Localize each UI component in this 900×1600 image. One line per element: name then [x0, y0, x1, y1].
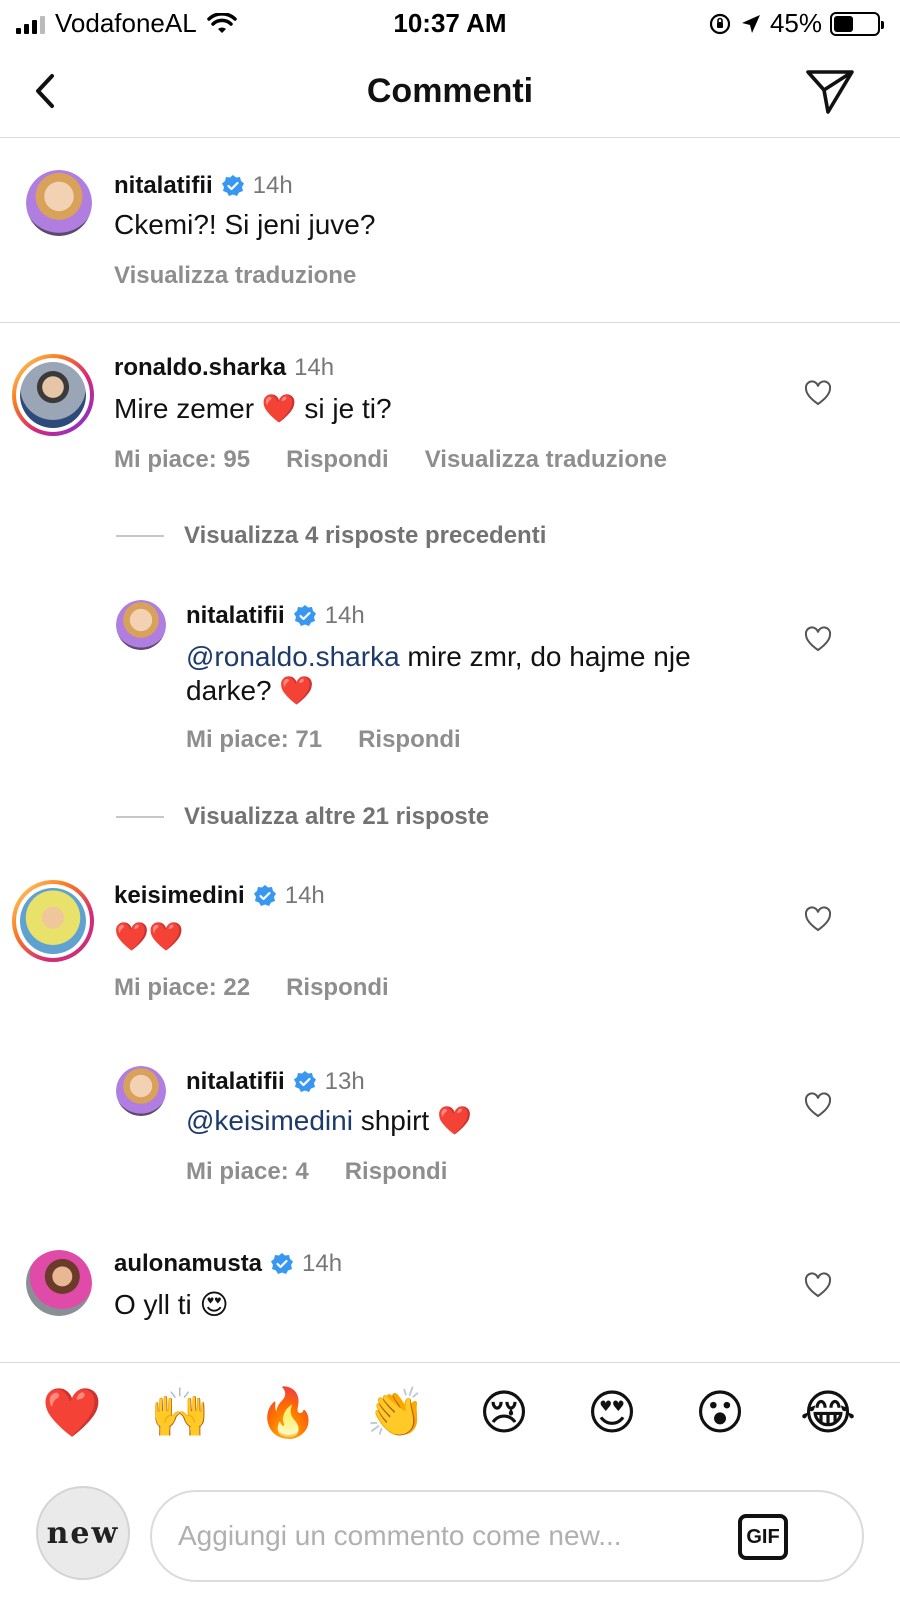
like-count[interactable]: Mi piace: 71	[186, 726, 322, 754]
page-title: Commenti	[366, 72, 534, 110]
view-translation-link[interactable]: Visualizza traduzione	[114, 262, 356, 290]
caption-comment: nitalatifii 14h Ckemi?! Si jeni juve? Vi…	[0, 138, 900, 324]
reply-comment: nitalatifii 14h @ronaldo.sharka mire zmr…	[0, 590, 900, 770]
verified-badge-icon	[253, 885, 276, 906]
header: Commenti	[0, 50, 900, 138]
emoji-raising-hands-button[interactable]: 🙌	[150, 1384, 210, 1441]
username[interactable]: nitalatifii	[186, 1068, 285, 1096]
battery-percent: 45%	[769, 8, 822, 38]
like-count[interactable]: Mi piace: 4	[186, 1158, 309, 1186]
mention-link[interactable]: @ronaldo.sharka	[186, 641, 400, 672]
verified-badge-icon	[293, 605, 316, 626]
emoji-surprised-button[interactable]: 😮	[690, 1385, 750, 1441]
comment-input-wrapper: GIF	[150, 1490, 864, 1582]
comment-composer: new GIF	[0, 1470, 900, 1600]
avatar[interactable]	[12, 354, 94, 436]
emoji-crying-button[interactable]: 😢	[474, 1385, 534, 1441]
reply-button[interactable]: Rispondi	[358, 726, 461, 754]
avatar[interactable]	[12, 880, 94, 962]
comment-text: @keisimedini shpirt ❤️	[186, 1104, 766, 1138]
like-heart-icon[interactable]	[804, 1272, 832, 1300]
reply-text: shpirt ❤️	[352, 1105, 472, 1136]
timestamp: 14h	[324, 602, 365, 629]
like-heart-icon[interactable]	[804, 906, 832, 934]
reply-comment: nitalatifii 13h @keisimedini shpirt ❤️ M…	[0, 1056, 900, 1206]
rotation-lock-icon	[709, 13, 731, 34]
timestamp: 14h	[302, 1250, 343, 1277]
emoji-laughing-button[interactable]: 😂	[798, 1385, 858, 1441]
avatar[interactable]	[26, 170, 92, 236]
reply-button[interactable]: Rispondi	[345, 1158, 448, 1186]
timestamp: 13h	[324, 1068, 365, 1095]
divider	[116, 535, 164, 537]
share-send-icon[interactable]	[804, 66, 856, 118]
like-heart-icon[interactable]	[804, 626, 832, 654]
view-more-replies-button[interactable]: Visualizza altre 21 risposte	[116, 803, 489, 831]
emoji-heart-eyes-button[interactable]: 😍	[582, 1385, 642, 1441]
view-previous-replies-label: Visualizza 4 risposte precedenti	[184, 522, 547, 549]
like-count[interactable]: Mi piace: 22	[114, 974, 250, 1002]
comment: aulonamusta 14h O yll ti 😍	[0, 1240, 900, 1360]
avatar[interactable]	[116, 600, 166, 650]
like-heart-icon[interactable]	[804, 1092, 832, 1120]
verified-badge-icon	[221, 175, 244, 196]
username[interactable]: keisimedini	[114, 882, 245, 910]
emoji-heart-button[interactable]: ❤️	[42, 1384, 102, 1441]
comment-text: ❤️❤️	[114, 921, 184, 952]
comment: ronaldo.sharka 14h Mire zemer ❤️ si je t…	[0, 324, 900, 514]
reply-button[interactable]: Rispondi	[286, 446, 389, 474]
timestamp: 14h	[294, 354, 335, 381]
emoji-fire-button[interactable]: 🔥	[258, 1384, 318, 1441]
view-translation-link[interactable]: Visualizza traduzione	[425, 446, 667, 474]
like-count[interactable]: Mi piace: 95	[114, 446, 250, 474]
username[interactable]: aulonamusta	[114, 1250, 262, 1278]
view-previous-replies-button[interactable]: Visualizza 4 risposte precedenti	[116, 522, 546, 550]
comment-text: @ronaldo.sharka mire zmr, do hajme nje d…	[186, 640, 766, 708]
username[interactable]: nitalatifii	[114, 172, 213, 200]
divider	[0, 322, 900, 323]
verified-badge-icon	[271, 1253, 294, 1274]
current-user-avatar: new	[36, 1486, 130, 1580]
location-arrow-icon	[741, 14, 760, 33]
emoji-clapping-button[interactable]: 👏	[366, 1384, 426, 1441]
battery-icon	[830, 11, 884, 36]
verified-badge-icon	[293, 1071, 316, 1092]
quick-emoji-bar: ❤️ 🙌 🔥 👏 😢 😍 😮 😂	[0, 1362, 900, 1462]
username[interactable]: nitalatifii	[186, 602, 285, 630]
reply-button[interactable]: Rispondi	[286, 974, 389, 1002]
username[interactable]: ronaldo.sharka	[114, 354, 286, 382]
comment-input[interactable]	[178, 1492, 718, 1580]
avatar[interactable]	[26, 1250, 92, 1316]
like-heart-icon[interactable]	[804, 380, 832, 408]
comment-text: Ckemi?! Si jeni juve?	[114, 209, 376, 240]
comment-text: Mire zemer ❤️ si je ti?	[114, 393, 392, 424]
timestamp: 14h	[252, 172, 293, 199]
status-bar: VodafoneAL 10:37 AM 45%	[0, 0, 900, 46]
mention-link[interactable]: @keisimedini	[186, 1105, 353, 1136]
gif-button[interactable]: GIF	[738, 1514, 788, 1560]
divider	[116, 816, 164, 818]
comment-text: O yll ti 😍	[114, 1289, 229, 1320]
comment: keisimedini 14h ❤️❤️ Mi piace: 22 Rispon…	[0, 870, 900, 1030]
view-more-replies-label: Visualizza altre 21 risposte	[184, 803, 490, 830]
avatar[interactable]	[116, 1066, 166, 1116]
timestamp: 14h	[284, 882, 325, 909]
